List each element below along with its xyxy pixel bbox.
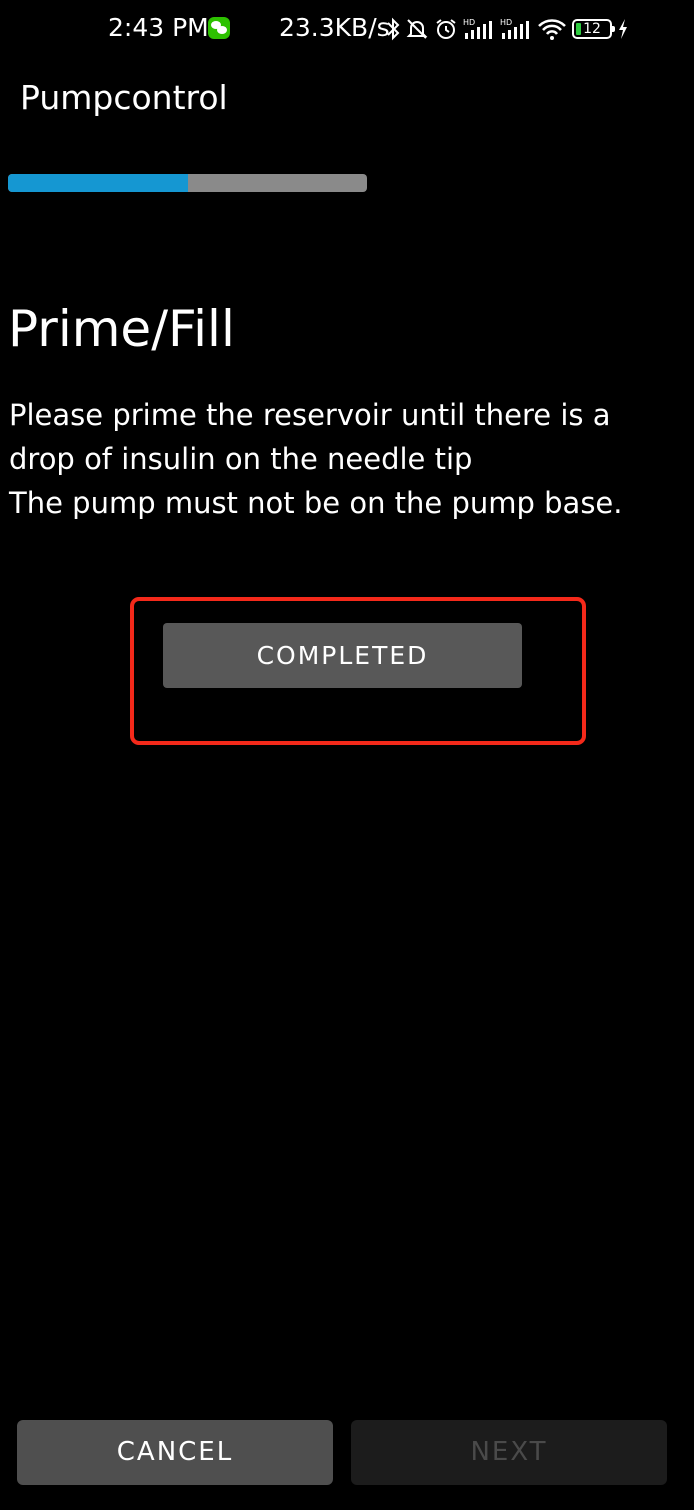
step-title: Prime/Fill	[8, 300, 235, 358]
status-icons: HD HD 12	[386, 14, 629, 44]
alarm-icon	[436, 19, 456, 39]
svg-text:HD: HD	[463, 18, 475, 27]
instruction-line: Please prime the reservoir until there i…	[9, 398, 611, 432]
cancel-button[interactable]: CANCEL	[17, 1420, 333, 1485]
wechat-icon	[208, 17, 230, 39]
status-time: 2:43 PM	[108, 13, 209, 42]
network-speed: 23.3KB/s	[279, 13, 390, 42]
svg-text:HD: HD	[500, 18, 512, 27]
bluetooth-icon	[387, 17, 400, 41]
step-instructions: Please prime the reservoir until there i…	[9, 393, 689, 525]
next-button[interactable]: NEXT	[351, 1420, 667, 1485]
battery-icon: 12	[572, 19, 615, 39]
mute-icon	[406, 19, 428, 39]
wifi-icon	[538, 19, 566, 40]
progress-bar	[8, 174, 367, 192]
instruction-line: drop of insulin on the needle tip	[9, 442, 473, 476]
completed-button[interactable]: COMPLETED	[163, 623, 522, 688]
hd-signal-icon: HD	[463, 18, 492, 39]
hd-signal-icon: HD	[500, 18, 529, 39]
charging-icon	[619, 19, 627, 39]
progress-fill	[8, 174, 188, 192]
status-bar: 2:43 PM 23.3KB/s HD HD 12	[0, 0, 694, 58]
instruction-line: The pump must not be on the pump base.	[9, 486, 623, 520]
app-title: Pumpcontrol	[20, 78, 228, 117]
